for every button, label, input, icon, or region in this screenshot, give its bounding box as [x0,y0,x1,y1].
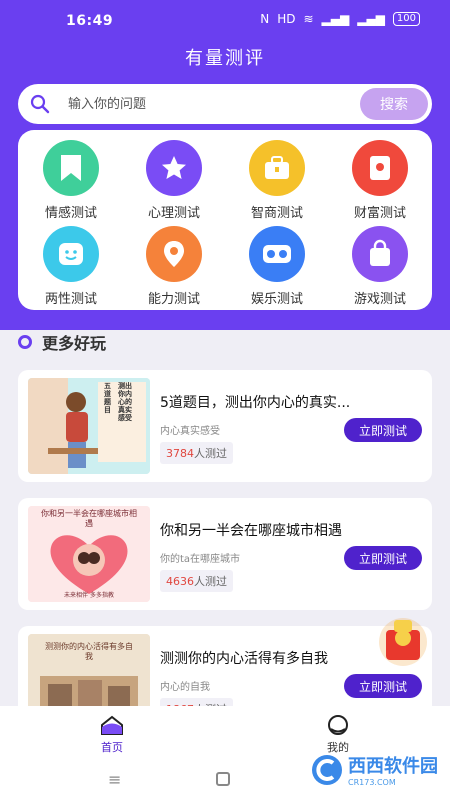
quiz-count-unit: 人测过 [194,447,227,460]
location-pin-icon [146,226,202,282]
start-test-button[interactable]: 立即测试 [344,674,422,698]
bookmark-icon [43,140,99,196]
category-iq[interactable]: 智商测试 [227,140,327,221]
category-label: 两性测试 [44,292,97,307]
thumbnail-caption: 测测你的内心活得有多自我 [45,642,133,661]
quiz-subtitle: 你的ta在哪座城市 [160,554,241,565]
search-input[interactable] [68,94,348,114]
smile-icon [43,226,99,282]
wifi-icon: ≋ [303,12,314,26]
red-envelope-icon [352,140,408,196]
floating-red-envelope-icon[interactable] [372,612,434,672]
hd-icon: HD [277,12,296,26]
search-button[interactable]: 搜索 [360,88,428,120]
category-label: 游戏测试 [353,292,406,307]
tab-profile[interactable]: 我的 [298,714,378,755]
page-title: 有量测评 [185,48,265,69]
category-game[interactable]: 游戏测试 [330,226,430,307]
quiz-count: 4636人测过 [160,570,233,592]
category-ability[interactable]: 能力测试 [124,226,224,307]
thumbnail-caption: 你和另一半会在哪座城市相遇 [41,509,137,528]
quiz-title: 5道题目，测出你内心的真实... [160,395,351,411]
quiz-card[interactable]: 你和另一半会在哪座城市相遇 未来相伴 多多指教 你和另一半会在哪座城市相遇 你的… [18,498,432,610]
thumbnail-caption-2: 未来相伴 多多指教 [64,592,114,599]
quiz-thumbnail: 你和另一半会在哪座城市相遇 未来相伴 多多指教 [28,506,150,602]
briefcase-icon [249,140,305,196]
quiz-title: 你和另一半会在哪座城市相遇 [160,523,342,539]
watermark-sub: CR173.COM [348,778,396,787]
menu-icon[interactable]: ≡ [108,770,121,789]
watermark-text-group: 西西软件园 CR173.COM [348,752,438,787]
quiz-subtitle: 内心的自我 [160,682,210,693]
category-panel: 情感测试 心理测试 智商测试 财富测试 两性测试 能力测试 娱乐测试 游戏测试 [18,130,432,310]
start-test-button[interactable]: 立即测试 [344,418,422,442]
quiz-subtitle: 内心真实感受 [160,426,220,437]
category-wealth[interactable]: 财富测试 [330,140,430,221]
thumbnail-caption-2: 五道题目 [104,382,111,414]
battery-icon: 100 [392,12,420,26]
category-label: 智商测试 [250,206,303,221]
section-dot-icon [18,335,32,349]
start-test-button[interactable]: 立即测试 [344,546,422,570]
category-label: 财富测试 [353,206,406,221]
signal-icon-2: ▂▄▆ [357,12,385,26]
category-entertainment[interactable]: 娱乐测试 [227,226,327,307]
quiz-thumbnail: 测出你内心的真实感受 五道题目 [28,378,150,474]
watermark-logo-icon [312,754,342,785]
status-time: 16:49 [66,13,114,29]
quiz-card[interactable]: 测出你内心的真实感受 五道题目 5道题目，测出你内心的真实... 内心真实感受 … [18,370,432,482]
vr-glasses-icon [249,226,305,282]
quiz-count: 3784人测过 [160,442,233,464]
watermark-text: 西西软件园 [348,756,438,777]
profile-icon [328,715,348,735]
category-label: 娱乐测试 [250,292,303,307]
search-icon [30,94,50,114]
tab-label: 首页 [101,741,123,754]
status-icons: N HD ≋ ▂▄▆ ▂▄▆ 100 [260,12,420,26]
tab-home[interactable]: 首页 [72,714,152,755]
star-icon [146,140,202,196]
category-emotion[interactable]: 情感测试 [21,140,121,221]
section-header: 更多好玩 [18,330,106,354]
home-square-icon[interactable] [216,772,230,786]
section-title: 更多好玩 [42,334,107,353]
signal-icon: ▂▄▆ [321,12,350,26]
home-icon [101,715,123,735]
watermark: 西西软件园 CR173.COM [310,752,438,787]
category-psychology[interactable]: 心理测试 [124,140,224,221]
category-label: 心理测试 [147,206,200,221]
category-label: 能力测试 [147,292,200,307]
nfc-icon: N [260,12,270,26]
category-gender[interactable]: 两性测试 [21,226,121,307]
thumbnail-caption: 测出你内心的真实感受 [118,382,132,422]
quiz-count-unit: 人测过 [194,575,227,588]
category-label: 情感测试 [44,206,97,221]
quiz-count-number: 3784 [166,447,194,460]
search-bar: 搜索 [18,84,432,124]
status-bar: 16:49 N HD ≋ ▂▄▆ ▂▄▆ 100 [0,0,450,40]
shopping-bag-icon [352,226,408,282]
quiz-count-number: 4636 [166,575,194,588]
